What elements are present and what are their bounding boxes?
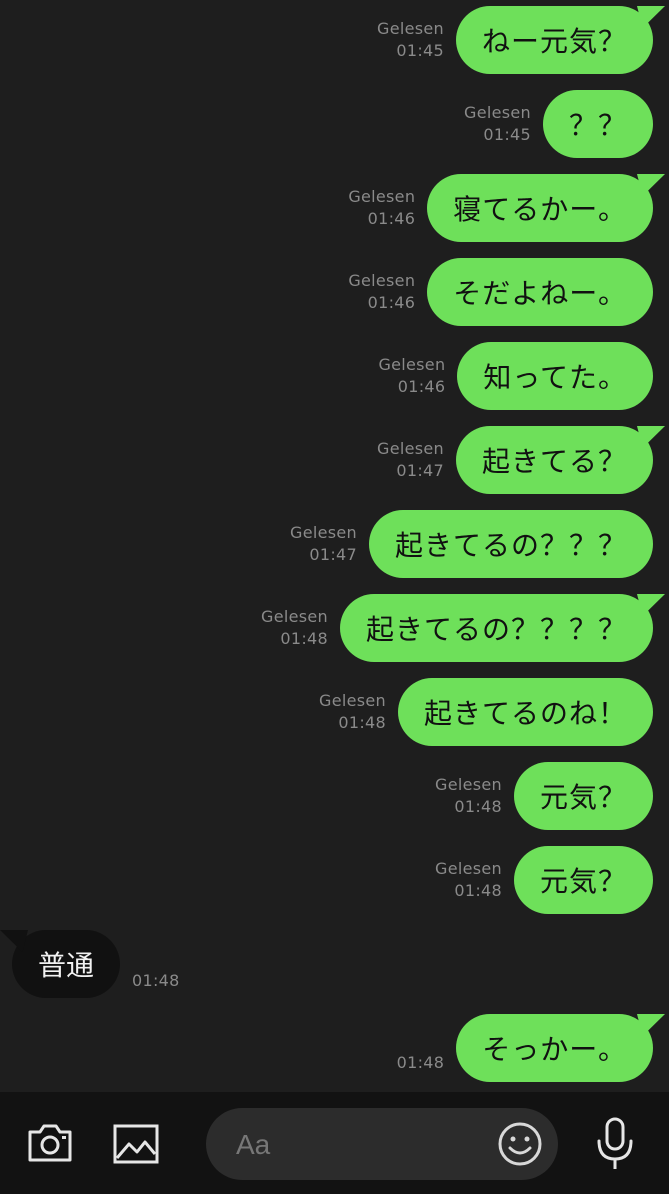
message-meta: Gelesen 01:46 (378, 354, 445, 398)
read-receipt: Gelesen (377, 19, 444, 38)
message-row: Gelesen 01:46 寝てるかー。 (348, 174, 653, 242)
message-time: 01:46 (397, 377, 446, 396)
message-row: Gelesen 01:46 知ってた。 (378, 342, 653, 410)
message-row: Gelesen 01:48 元気？ (435, 846, 653, 914)
message-time: 01:47 (396, 461, 444, 480)
message-time: 01:46 (367, 293, 416, 312)
outgoing-bubble[interactable]: そっかー。 (456, 1014, 653, 1082)
message-time: 01:47 (309, 545, 357, 564)
message-row: Gelesen 01:48 起きてるのね！ (319, 678, 653, 746)
microphone-icon[interactable] (592, 1116, 638, 1172)
message-time: 01:48 (132, 971, 180, 990)
message-meta: Gelesen 01:45 (464, 102, 531, 146)
message-time: 01:45 (396, 41, 444, 60)
message-meta: Gelesen 01:48 (261, 606, 328, 650)
message-input[interactable] (234, 1108, 488, 1182)
message-meta: Gelesen 01:48 (435, 774, 502, 818)
outgoing-bubble[interactable]: 起きてるの？？？？ (339, 594, 653, 662)
image-icon[interactable] (112, 1122, 160, 1166)
message-meta: Gelesen 01:48 (319, 690, 386, 734)
message-row: Gelesen 01:48 元気？ (435, 762, 653, 830)
message-time: 01:45 (483, 125, 531, 144)
read-receipt: Gelesen (348, 187, 416, 206)
message-meta: Gelesen 01:46 (348, 186, 415, 230)
emoji-icon[interactable] (496, 1120, 544, 1168)
message-time: 01:48 (454, 881, 502, 900)
outgoing-bubble[interactable]: 寝てるかー。 (427, 174, 653, 242)
message-time: 01:48 (454, 797, 502, 816)
message-row: Gelesen 01:46 そだよねー。 (348, 258, 653, 326)
message-meta: Gelesen 01:47 (377, 438, 444, 482)
read-receipt: Gelesen (348, 271, 416, 290)
outgoing-bubble[interactable]: 起きてるの？？？ (368, 510, 653, 578)
message-input-container (206, 1108, 558, 1182)
message-row: 01:48 そっかー。 (397, 1014, 653, 1082)
outgoing-bubble[interactable]: そだよねー。 (427, 258, 653, 326)
read-receipt: Gelesen (435, 775, 502, 794)
message-list[interactable]: Gelesen 01:45 ねー元気？ Gelesen 01:45 ？？ Gel… (0, 0, 669, 1092)
outgoing-bubble[interactable]: 知ってた。 (457, 342, 653, 410)
read-receipt: Gelesen (435, 859, 502, 878)
outgoing-bubble[interactable]: 起きてるのね！ (397, 678, 653, 746)
message-row: Gelesen 01:48 起きてるの？？？？ (261, 594, 653, 662)
message-meta: Gelesen 01:45 (377, 18, 444, 62)
outgoing-bubble[interactable]: 起きてる？ (455, 426, 653, 494)
outgoing-bubble[interactable]: ねー元気？ (455, 6, 653, 74)
message-row: Gelesen 01:45 ？？ (464, 90, 653, 158)
read-receipt: Gelesen (319, 691, 386, 710)
message-time: 01:48 (338, 713, 386, 732)
message-row: Gelesen 01:47 起きてる？ (377, 426, 653, 494)
read-receipt: Gelesen (377, 439, 444, 458)
message-meta: Gelesen 01:46 (348, 270, 415, 314)
message-time: 01:48 (396, 1053, 445, 1072)
outgoing-bubble[interactable]: 元気？ (513, 762, 653, 830)
message-meta: Gelesen 01:47 (290, 522, 357, 566)
outgoing-bubble[interactable]: ？？ (542, 90, 653, 158)
read-receipt: Gelesen (261, 607, 328, 626)
message-time: 01:48 (280, 629, 328, 648)
message-time: 01:46 (367, 209, 416, 228)
message-composer-toolbar (0, 1092, 669, 1194)
outgoing-bubble[interactable]: 元気？ (513, 846, 653, 914)
read-receipt: Gelesen (464, 103, 531, 122)
message-row: Gelesen 01:47 起きてるの？？？ (290, 510, 653, 578)
message-row: Gelesen 01:45 ねー元気？ (377, 6, 653, 74)
incoming-bubble[interactable]: 普通 (12, 930, 121, 998)
read-receipt: Gelesen (378, 355, 446, 374)
incoming-message-row: 普通 01:48 (12, 930, 180, 998)
chat-screen: Gelesen 01:45 ねー元気？ Gelesen 01:45 ？？ Gel… (0, 0, 669, 1194)
read-receipt: Gelesen (290, 523, 357, 542)
camera-icon[interactable] (24, 1120, 76, 1166)
message-meta: 01:48 (397, 1052, 445, 1074)
message-meta: Gelesen 01:48 (435, 858, 502, 902)
